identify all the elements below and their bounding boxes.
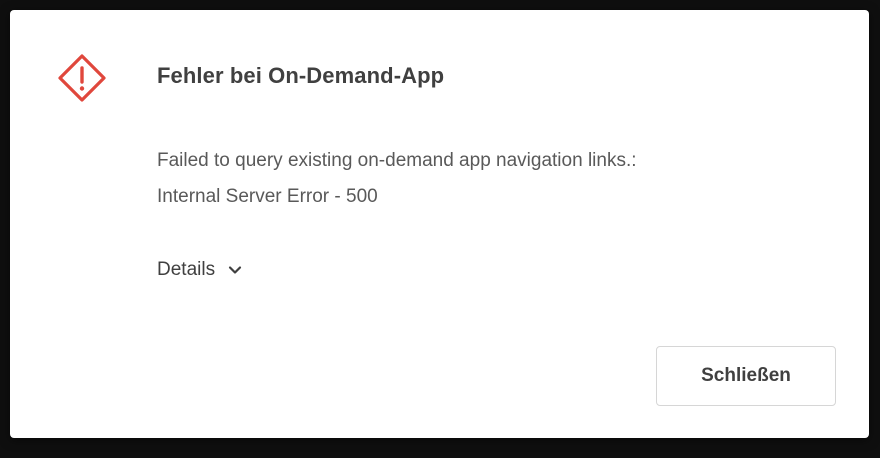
details-label: Details bbox=[157, 259, 216, 280]
error-dialog: Fehler bei On-Demand-App Failed to query… bbox=[10, 10, 869, 438]
error-message-line: Internal Server Error - 500 bbox=[157, 186, 378, 207]
close-button[interactable]: Schließen bbox=[656, 346, 836, 406]
error-message-line: Failed to query existing on-demand app n… bbox=[157, 150, 637, 171]
chevron-down-icon bbox=[228, 266, 242, 274]
details-toggle[interactable]: Details bbox=[157, 254, 243, 286]
dialog-title: Fehler bei On-Demand-App bbox=[157, 63, 445, 88]
warning-diamond-icon bbox=[58, 54, 106, 102]
error-message: Failed to query existing on-demand app n… bbox=[157, 143, 837, 215]
